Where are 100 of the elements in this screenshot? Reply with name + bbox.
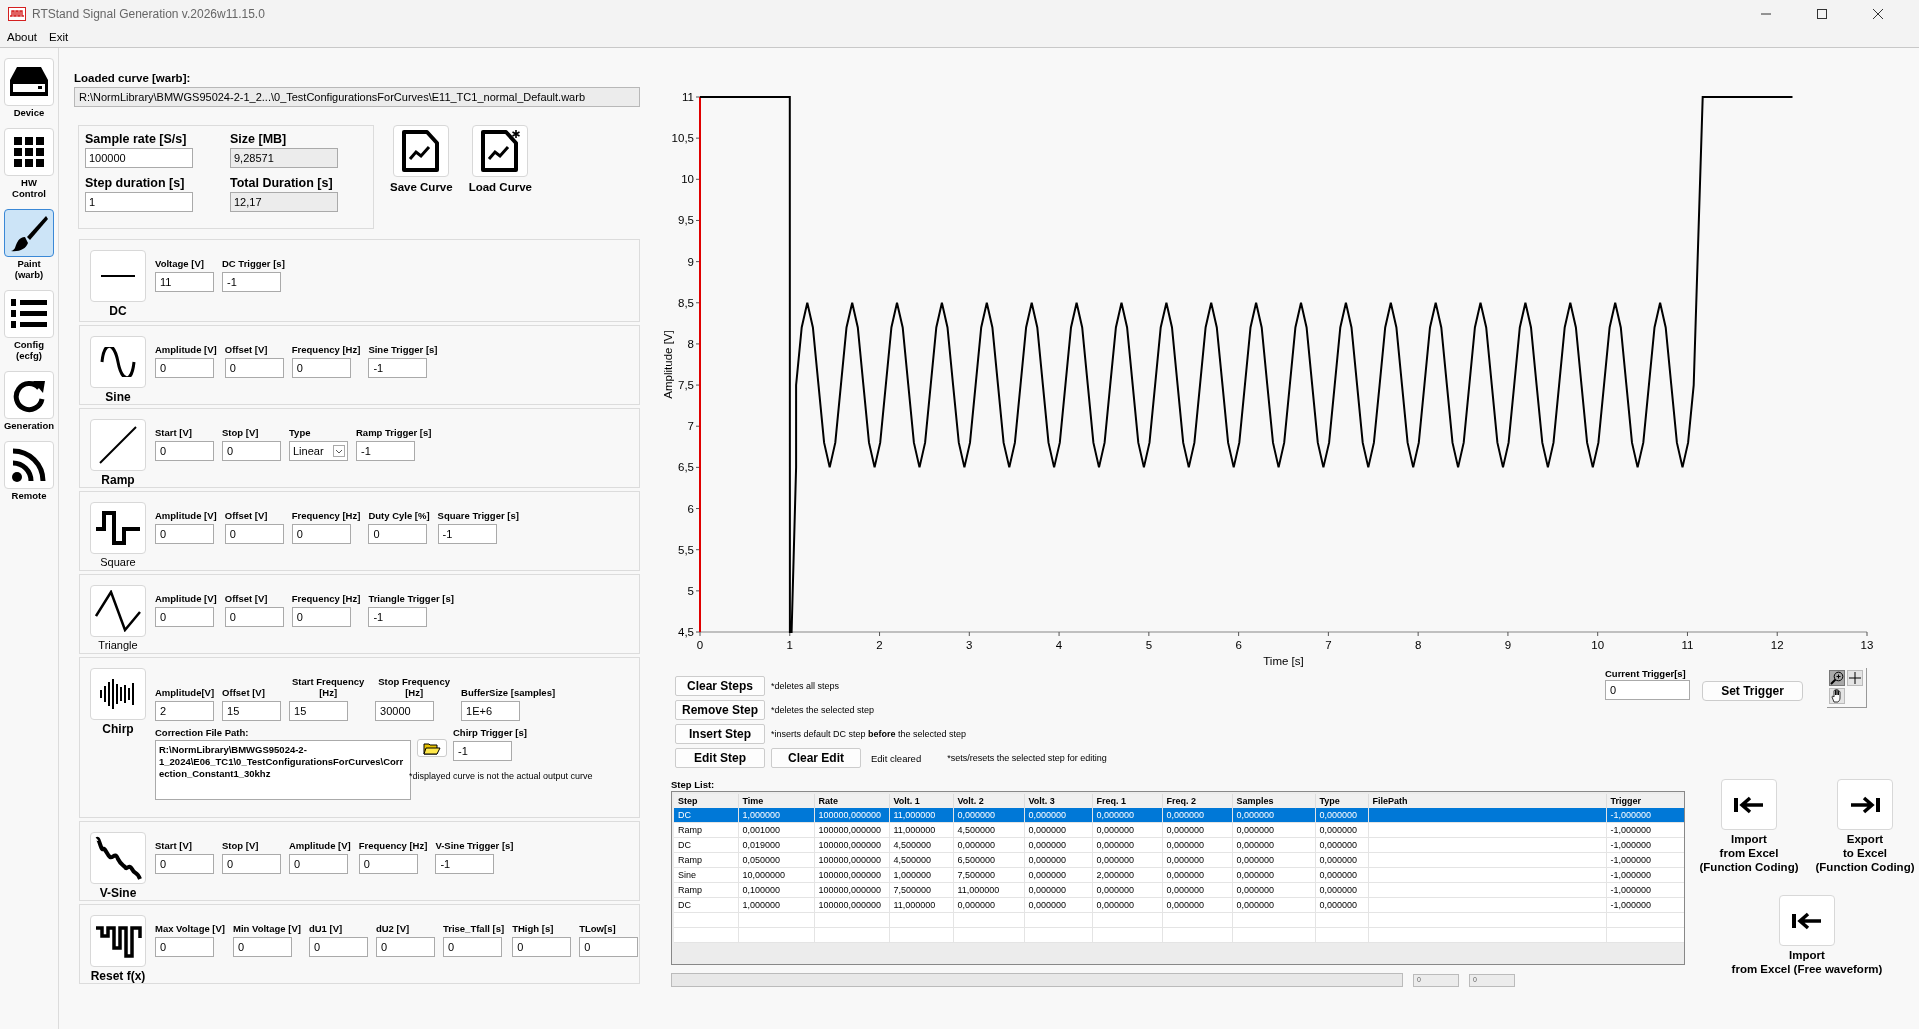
sidebar-label: Device [13, 107, 45, 118]
text-field[interactable]: 100000 [85, 148, 193, 168]
field-label: Correction File Path: [155, 727, 249, 738]
tool-button[interactable] [1829, 670, 1845, 686]
type-dropdown[interactable]: Linear [289, 441, 348, 461]
column-header[interactable]: Rate [814, 794, 889, 808]
field-label: dU1 [V] [308, 923, 343, 934]
text-field[interactable]: 2 [155, 701, 214, 721]
text-field[interactable]: 0 [1605, 680, 1690, 700]
text-field[interactable]: 12,17 [230, 192, 338, 212]
square-wave-icon [95, 511, 141, 545]
excel-button[interactable] [1779, 895, 1835, 946]
text-field[interactable]: -1 [222, 272, 281, 292]
excel-button[interactable] [1837, 779, 1893, 830]
column-header[interactable]: FilePath [1368, 794, 1606, 808]
menu-item[interactable]: About [7, 31, 38, 43]
curve-button[interactable] [393, 125, 450, 177]
text-field[interactable]: 0 [222, 441, 281, 461]
column-header[interactable]: Volt. 2 [953, 794, 1024, 808]
text-field[interactable]: 0 [155, 607, 214, 627]
table-cell: 100000,000000 [814, 837, 889, 853]
text-field[interactable]: 0 [291, 607, 351, 627]
text-field[interactable]: 1 [85, 192, 193, 212]
column-header[interactable]: Type [1315, 794, 1368, 808]
text-field[interactable]: -1 [356, 441, 415, 461]
maximize-icon[interactable] [1817, 8, 1827, 19]
text-field[interactable]: 0 [224, 524, 284, 544]
function-button[interactable] [90, 668, 146, 720]
text-field[interactable]: 0 [442, 937, 502, 957]
set-trigger-button[interactable]: Set Trigger [1702, 681, 1803, 701]
step-button[interactable]: Clear Steps [675, 676, 765, 696]
text-field[interactable]: 0 [368, 524, 428, 544]
step-button[interactable]: Remove Step [675, 700, 766, 720]
column-header[interactable]: Trigger [1606, 794, 1684, 808]
function-button[interactable] [90, 832, 146, 884]
table-cell: 0,000000 [1232, 852, 1315, 868]
text-field[interactable]: 0 [291, 524, 351, 544]
function-button[interactable] [90, 915, 146, 967]
text-field[interactable]: 11 [155, 272, 214, 292]
browse-button[interactable] [417, 739, 447, 757]
column-header[interactable]: Freq. 1 [1092, 794, 1162, 808]
text-field[interactable]: 0 [375, 937, 435, 957]
text-field[interactable]: -1 [368, 358, 428, 378]
function-button[interactable] [90, 336, 146, 388]
step-button[interactable]: Insert Step [675, 724, 765, 744]
table-row[interactable]: DC 1,000000 100000,000000 11,000000 0,000000 0,000000 0,000000 0,000000 0,000000 0,000000 -1,000000 [674, 897, 1684, 913]
table-row[interactable]: Ramp 0,001000 100000,000000 11,000000 4,500000 0,000000 0,000000 0,000000 0,000000 0,000000 -1,000000 [674, 822, 1684, 838]
text-field[interactable]: 0 [155, 854, 214, 874]
menu-item[interactable]: Exit [49, 31, 69, 43]
text-field[interactable]: 0 [224, 358, 284, 378]
text-field[interactable]: -1 [368, 607, 428, 627]
text-field[interactable]: 15 [222, 701, 282, 721]
note-text: *inserts default DC step before the selected step [771, 729, 967, 739]
text-field[interactable]: -1 [437, 524, 497, 544]
column-header[interactable]: Step [674, 794, 738, 808]
field-label: THigh [s] [512, 923, 554, 934]
text-field[interactable]: 30000 [375, 701, 435, 721]
step-button[interactable]: Edit Step [675, 748, 765, 768]
table-row[interactable]: Sine 10,000000 100000,000000 1,000000 7,500000 0,000000 2,000000 0,000000 0,000000 0,000000 -1,000000 [674, 867, 1684, 883]
function-button[interactable] [90, 502, 146, 554]
text-field[interactable]: 0 [289, 854, 348, 874]
column-header[interactable]: Samples [1232, 794, 1315, 808]
text-field[interactable]: 15 [289, 701, 349, 721]
column-header[interactable]: Volt. 1 [889, 794, 953, 808]
table-row[interactable]: DC 1,000000 100000,000000 11,000000 0,000000 0,000000 0,000000 0,000000 0,000000 0,000000 -1,000000 [674, 808, 1684, 823]
text-field[interactable]: -1 [435, 854, 495, 874]
text-field[interactable]: -1 [453, 741, 512, 761]
text-field[interactable]: 0 [155, 937, 214, 957]
table-row[interactable]: Ramp 0,100000 100000,000000 7,500000 11,000000 0,000000 0,000000 0,000000 0,000000 0,000000 -1,000000 [674, 882, 1684, 898]
field-label: Sine Trigger [s] [368, 344, 438, 355]
text-field[interactable]: 1E+6 [461, 701, 521, 721]
text-field[interactable]: 0 [155, 441, 214, 461]
text-field[interactable]: 0 [579, 937, 639, 957]
text-field[interactable]: 0 [222, 854, 281, 874]
tool-button[interactable] [1829, 688, 1845, 704]
text-field[interactable]: 0 [224, 607, 284, 627]
text-field[interactable]: 0 [358, 854, 418, 874]
sidebar-button[interactable] [4, 209, 54, 257]
text-field[interactable]: 9,28571 [230, 148, 338, 168]
tick-label: 0 [696, 639, 704, 651]
table-cell: -1,000000 [1606, 897, 1684, 913]
function-button[interactable] [90, 585, 146, 637]
text-field[interactable]: 0 [291, 358, 351, 378]
function-button[interactable] [90, 250, 146, 302]
excel-button[interactable] [1721, 779, 1777, 830]
curve-button[interactable] [472, 125, 529, 177]
axis-title: Amplitude [V] [662, 330, 674, 399]
text-field[interactable]: 0 [155, 524, 214, 544]
column-header[interactable]: Freq. 2 [1162, 794, 1232, 808]
column-header[interactable]: Time [738, 794, 814, 808]
text-field[interactable]: 0 [155, 358, 214, 378]
text-field[interactable]: 0 [308, 937, 368, 957]
text-field[interactable]: 0 [512, 937, 572, 957]
function-button[interactable] [90, 419, 146, 471]
column-header[interactable]: Volt. 3 [1024, 794, 1092, 808]
text-field[interactable]: 0 [233, 937, 293, 957]
step-button[interactable]: Clear Edit [771, 748, 861, 768]
table-row[interactable]: DC 0,019000 100000,000000 4,500000 0,000000 0,000000 0,000000 0,000000 0,000000 0,000000 -1,000000 [674, 837, 1684, 853]
table-row[interactable]: Ramp 0,050000 100000,000000 4,500000 6,500000 0,000000 0,000000 0,000000 0,000000 0,000000 -1,000000 [674, 852, 1684, 868]
close-icon[interactable] [1873, 8, 1883, 19]
